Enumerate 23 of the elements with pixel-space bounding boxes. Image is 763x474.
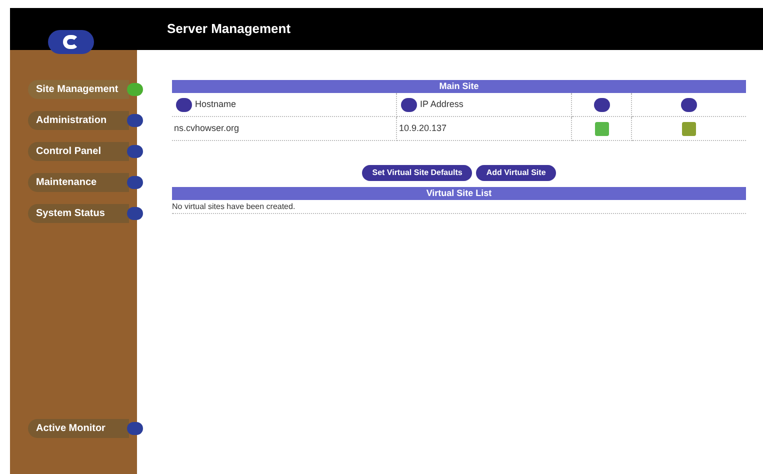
nav-button[interactable]: System Status [28,204,129,223]
nav-button[interactable]: Administration [28,111,129,130]
arrow-orb-icon[interactable] [127,207,143,220]
arrow-orb-icon[interactable] [127,145,143,158]
column-header: Hostname [195,98,236,111]
nav-button[interactable]: Site Management [28,80,129,99]
nav-button[interactable]: Maintenance [28,173,129,192]
arrow-orb-icon[interactable] [127,176,143,189]
action-button[interactable]: Add Virtual Site [476,165,556,181]
arrow-orb-icon[interactable] [127,83,143,96]
table-cell-text: 10.9.20.137 [399,122,447,135]
logo-icon[interactable] [48,30,94,54]
arrow-orb-icon[interactable] [127,422,143,435]
arrow-orb-icon[interactable] [127,114,143,127]
action-button[interactable]: Set Virtual Site Defaults [362,165,472,181]
section-header: Virtual Site List [172,187,746,200]
column-header: IP Address [420,98,464,111]
nav-button[interactable]: Active Monitor [28,419,129,438]
page-title: Server Management [167,20,291,38]
table-cell-text: ns.cvhowser.org [174,122,240,135]
section-header: Main Site [172,80,746,93]
empty-message: No virtual sites have been created. [172,200,296,212]
nav-button[interactable]: Control Panel [28,142,129,161]
